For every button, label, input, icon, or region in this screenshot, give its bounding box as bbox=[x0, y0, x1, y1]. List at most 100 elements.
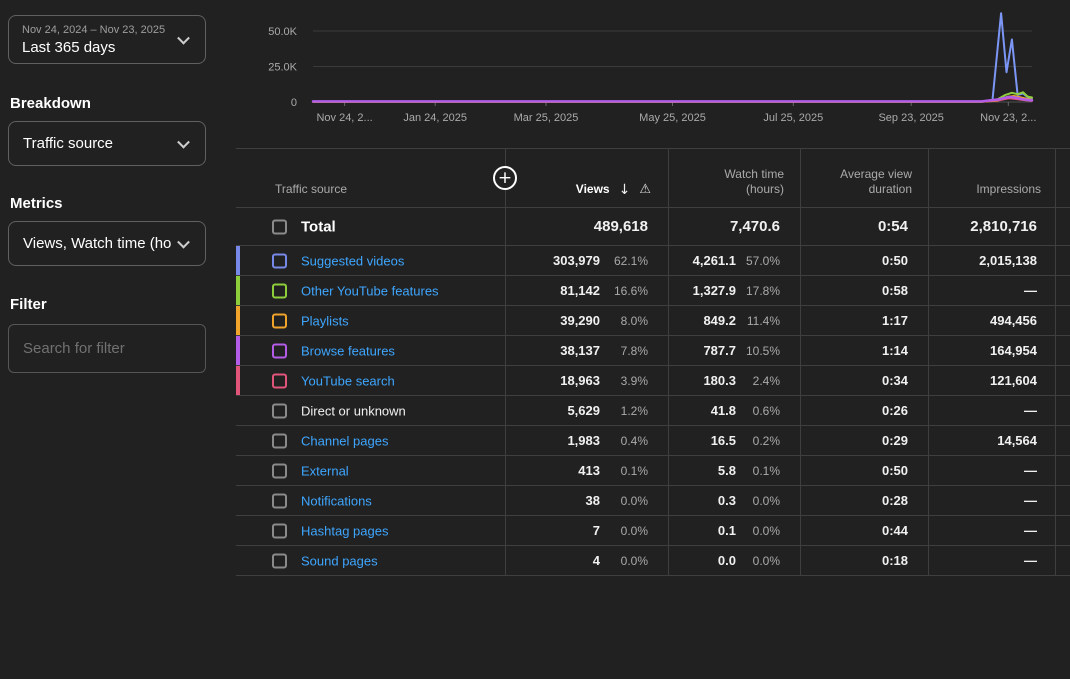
impressions-cell: 494,456 bbox=[928, 306, 1055, 335]
traffic-source-link[interactable]: Hashtag pages bbox=[301, 523, 388, 538]
table-row[interactable]: Hashtag pages 70.0% 0.10.0% 0:44 — bbox=[236, 516, 1070, 546]
traffic-source-link[interactable]: Other YouTube features bbox=[301, 283, 439, 298]
views-cell: 303,97962.1% bbox=[505, 246, 668, 275]
traffic-source-link[interactable]: YouTube search bbox=[301, 373, 395, 388]
row-checkbox[interactable] bbox=[272, 493, 287, 508]
total-avg-duration-cell: 0:54 bbox=[800, 208, 928, 245]
row-checkbox[interactable] bbox=[272, 343, 287, 358]
x-axis-tick-label: Nov 24, 2... bbox=[316, 112, 372, 124]
column-header-traffic-source[interactable]: Traffic source bbox=[236, 149, 505, 207]
watch-time-cell: 180.32.4% bbox=[668, 366, 800, 395]
table-row[interactable]: External 4130.1% 5.80.1% 0:50 — bbox=[236, 456, 1070, 486]
avg-duration-cell: 0:18 bbox=[800, 546, 928, 575]
row-checkbox[interactable] bbox=[272, 253, 287, 268]
traffic-source-link[interactable]: Channel pages bbox=[301, 433, 388, 448]
x-axis-tick-label: Jan 24, 2025 bbox=[403, 112, 467, 124]
table-row[interactable]: Other YouTube features 81,14216.6% 1,327… bbox=[236, 276, 1070, 306]
metrics-selected-value: Views, Watch time (ho... bbox=[23, 235, 171, 252]
traffic-source-label[interactable]: Direct or unknown bbox=[301, 403, 406, 418]
watch-time-cell: 41.80.6% bbox=[668, 396, 800, 425]
traffic-source-link[interactable]: Suggested videos bbox=[301, 253, 404, 268]
series-color-indicator bbox=[236, 276, 240, 305]
row-checkbox[interactable] bbox=[272, 433, 287, 448]
add-metric-button[interactable]: + bbox=[493, 166, 517, 190]
series-color-indicator bbox=[236, 366, 240, 395]
table-row[interactable]: Direct or unknown 5,6291.2% 41.80.6% 0:2… bbox=[236, 396, 1070, 426]
traffic-source-cell: Playlists bbox=[236, 306, 505, 335]
views-cell: 39,2908.0% bbox=[505, 306, 668, 335]
breakdown-heading: Breakdown bbox=[10, 95, 91, 112]
series-line-suggested-videos bbox=[313, 13, 1032, 101]
avg-duration-cell: 0:26 bbox=[800, 396, 928, 425]
watch-time-cell: 0.00.0% bbox=[668, 546, 800, 575]
traffic-source-cell: Other YouTube features bbox=[236, 276, 505, 305]
views-cell: 380.0% bbox=[505, 486, 668, 515]
table-row[interactable]: Notifications 380.0% 0.30.0% 0:28 — bbox=[236, 486, 1070, 516]
column-header-watch-time[interactable]: Watch time (hours) bbox=[668, 149, 800, 207]
row-checkbox[interactable] bbox=[272, 463, 287, 478]
table-row[interactable]: YouTube search 18,9633.9% 180.32.4% 0:34… bbox=[236, 366, 1070, 396]
row-checkbox[interactable] bbox=[272, 283, 287, 298]
filter-heading: Filter bbox=[10, 296, 47, 313]
traffic-source-cell: Direct or unknown bbox=[236, 396, 505, 425]
table-row[interactable]: Browse features 38,1377.8% 787.710.5% 1:… bbox=[236, 336, 1070, 366]
row-checkbox[interactable] bbox=[272, 373, 287, 388]
column-header-impressions[interactable]: Impressions bbox=[928, 149, 1055, 207]
row-spacer bbox=[1055, 246, 1070, 275]
total-row: Total 489,618 7,470.6 0:54 2,810,716 bbox=[236, 208, 1070, 246]
row-checkbox[interactable] bbox=[272, 403, 287, 418]
warning-icon[interactable]: ⚠ bbox=[639, 183, 651, 197]
traffic-source-link[interactable]: Playlists bbox=[301, 313, 349, 328]
impressions-cell: — bbox=[928, 396, 1055, 425]
traffic-source-table: Traffic source Views ↓ ⚠ Watch time (hou… bbox=[236, 148, 1070, 576]
views-cell: 1,9830.4% bbox=[505, 426, 668, 455]
avg-duration-cell: 1:17 bbox=[800, 306, 928, 335]
x-axis-tick-label: Mar 25, 2025 bbox=[514, 112, 579, 124]
row-spacer bbox=[1055, 546, 1070, 575]
traffic-source-link[interactable]: Browse features bbox=[301, 343, 395, 358]
breakdown-selected-value: Traffic source bbox=[23, 135, 113, 152]
traffic-source-cell: Hashtag pages bbox=[236, 516, 505, 545]
row-spacer bbox=[1055, 276, 1070, 305]
traffic-source-link[interactable]: Notifications bbox=[301, 493, 372, 508]
views-cell: 81,14216.6% bbox=[505, 276, 668, 305]
breakdown-select[interactable]: Traffic source bbox=[8, 121, 206, 166]
traffic-source-link[interactable]: External bbox=[301, 463, 349, 478]
chevron-down-icon bbox=[177, 235, 190, 248]
table-row[interactable]: Channel pages 1,9830.4% 16.50.2% 0:29 14… bbox=[236, 426, 1070, 456]
traffic-source-cell: Notifications bbox=[236, 486, 505, 515]
impressions-cell: — bbox=[928, 456, 1055, 485]
table-row[interactable]: Sound pages 40.0% 0.00.0% 0:18 — bbox=[236, 546, 1070, 576]
series-color-indicator bbox=[236, 306, 240, 335]
row-checkbox[interactable] bbox=[272, 313, 287, 328]
row-checkbox[interactable] bbox=[272, 553, 287, 568]
series-color-indicator bbox=[236, 336, 240, 365]
row-spacer bbox=[1055, 486, 1070, 515]
row-checkbox[interactable] bbox=[272, 523, 287, 538]
column-header-avg-view-duration[interactable]: Average view duration bbox=[800, 149, 928, 207]
avg-duration-cell: 0:28 bbox=[800, 486, 928, 515]
traffic-source-link[interactable]: Sound pages bbox=[301, 553, 378, 568]
date-range-selector[interactable]: Nov 24, 2024 – Nov 23, 2025 Last 365 day… bbox=[8, 15, 206, 64]
column-header-views[interactable]: Views ↓ ⚠ bbox=[505, 149, 668, 207]
x-axis-tick-label: Sep 23, 2025 bbox=[878, 112, 943, 124]
x-axis-tick-label: Jul 25, 2025 bbox=[763, 112, 823, 124]
impressions-cell: 121,604 bbox=[928, 366, 1055, 395]
x-axis-tick-label: Nov 23, 2... bbox=[980, 112, 1036, 124]
filter-input[interactable] bbox=[8, 324, 206, 373]
traffic-source-cell: Sound pages bbox=[236, 546, 505, 575]
sort-descending-icon[interactable]: ↓ bbox=[619, 183, 631, 197]
table-row[interactable]: Playlists 39,2908.0% 849.211.4% 1:17 494… bbox=[236, 306, 1070, 336]
total-watch-time-cell: 7,470.6 bbox=[668, 208, 800, 245]
views-cell: 38,1377.8% bbox=[505, 336, 668, 365]
line-chart-svg: 50.0K25.0K0Nov 24, 2...Jan 24, 2025Mar 2… bbox=[236, 0, 1070, 146]
impressions-cell: — bbox=[928, 276, 1055, 305]
total-checkbox[interactable] bbox=[272, 219, 287, 234]
total-impressions-cell: 2,810,716 bbox=[928, 208, 1055, 245]
total-views-cell: 489,618 bbox=[505, 208, 668, 245]
impressions-cell: 14,564 bbox=[928, 426, 1055, 455]
metrics-select[interactable]: Views, Watch time (ho... bbox=[8, 221, 206, 266]
watch-time-cell: 0.30.0% bbox=[668, 486, 800, 515]
table-row[interactable]: Suggested videos 303,97962.1% 4,261.157.… bbox=[236, 246, 1070, 276]
avg-duration-cell: 0:34 bbox=[800, 366, 928, 395]
